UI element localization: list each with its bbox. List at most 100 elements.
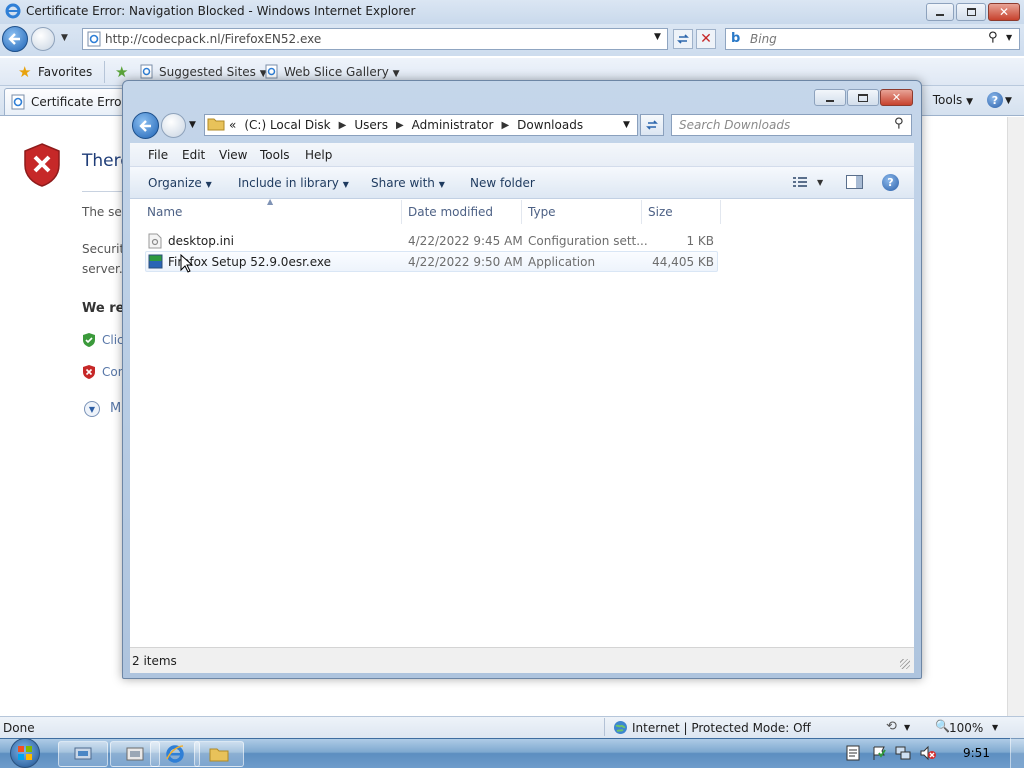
explorer-search-placeholder: Search Downloads bbox=[679, 118, 791, 132]
column-divider[interactable] bbox=[401, 200, 402, 224]
ie-url-text[interactable]: http://codecpack.nl/FirefoxEN52.exe bbox=[105, 32, 321, 46]
zoom-dropdown-icon[interactable]: ▼ bbox=[992, 723, 998, 732]
explorer-forward-button[interactable] bbox=[161, 113, 186, 138]
breadcrumb-local-disk[interactable]: (C:) Local Disk bbox=[244, 118, 330, 132]
breadcrumb-chevron-icon[interactable]: ▶ bbox=[396, 120, 404, 131]
ie-tab-certificate-error[interactable]: Certificate Error: N bbox=[4, 88, 143, 115]
search-dropdown-icon[interactable]: ▼ bbox=[1006, 33, 1012, 42]
help-dropdown-icon[interactable]: ▼ bbox=[1005, 96, 1012, 106]
ie-restore-button[interactable] bbox=[956, 3, 986, 21]
ie-minimize-button[interactable] bbox=[926, 3, 954, 21]
search-icon[interactable]: ⚲ bbox=[988, 30, 998, 45]
address-history-dropdown-icon[interactable]: ▼ bbox=[623, 120, 630, 130]
start-button[interactable] bbox=[5, 738, 45, 768]
column-header-type[interactable]: Type bbox=[528, 205, 556, 219]
menu-tools[interactable]: Tools bbox=[260, 148, 290, 162]
ie-logo-icon bbox=[166, 745, 184, 763]
organize-label: Organize bbox=[148, 176, 202, 190]
recent-locations-dropdown-icon[interactable]: ▼ bbox=[189, 120, 196, 130]
page-icon bbox=[87, 31, 101, 50]
include-in-library-button[interactable]: Include in library ▼ bbox=[238, 176, 349, 190]
green-shield-icon bbox=[82, 332, 96, 351]
close-page-option[interactable]: Clic bbox=[102, 333, 124, 347]
network-icon[interactable] bbox=[895, 745, 911, 764]
change-view-button[interactable] bbox=[792, 175, 808, 192]
ie-stop-button[interactable]: ✕ bbox=[696, 29, 716, 49]
explorer-refresh-button[interactable] bbox=[640, 114, 664, 136]
status-divider bbox=[604, 718, 605, 736]
taskbar-server-manager[interactable] bbox=[58, 741, 108, 767]
tools-menu-label: Tools bbox=[932, 93, 963, 107]
ie-forward-button[interactable] bbox=[31, 27, 55, 51]
details-view-icon bbox=[793, 177, 807, 187]
folder-icon bbox=[209, 748, 229, 762]
show-desktop-button[interactable] bbox=[1010, 738, 1024, 768]
new-folder-button[interactable]: New folder bbox=[470, 176, 535, 190]
add-favorite-icon[interactable]: ★ bbox=[115, 63, 128, 81]
explorer-back-button[interactable] bbox=[132, 112, 159, 139]
menu-view[interactable]: View bbox=[219, 148, 247, 162]
column-divider[interactable] bbox=[641, 200, 642, 224]
chevron-down-icon: ▼ bbox=[205, 180, 212, 189]
resize-grip-icon[interactable] bbox=[900, 659, 910, 669]
more-information-link[interactable]: M bbox=[110, 401, 121, 416]
explorer-menu-bar bbox=[130, 143, 914, 167]
organize-button[interactable]: Organize ▼ bbox=[148, 176, 212, 190]
help-icon[interactable]: ? bbox=[882, 174, 899, 191]
address-dropdown-icon[interactable]: ▼ bbox=[654, 32, 661, 42]
column-divider[interactable] bbox=[720, 200, 721, 224]
breadcrumb-chevron-icon[interactable]: ▶ bbox=[339, 120, 347, 131]
close-icon: ✕ bbox=[998, 5, 1010, 19]
explorer-search-box[interactable]: Search Downloads ⚲ bbox=[671, 114, 912, 136]
expand-more-icon[interactable]: ▼ bbox=[84, 401, 100, 417]
breadcrumb-administrator[interactable]: Administrator bbox=[412, 118, 494, 132]
explorer-close-button[interactable]: ✕ bbox=[880, 89, 913, 106]
preview-pane-icon[interactable] bbox=[846, 175, 863, 189]
item-count: 2 items bbox=[132, 654, 177, 668]
menu-file[interactable]: File bbox=[148, 148, 168, 162]
favorites-button[interactable]: Favorites bbox=[38, 65, 92, 79]
explorer-minimize-button[interactable] bbox=[814, 89, 846, 106]
ie-back-button[interactable] bbox=[2, 26, 28, 52]
explorer-address-bar[interactable]: « (C:) Local Disk ▶ Users ▶ Administrato… bbox=[204, 114, 638, 136]
menu-help[interactable]: Help bbox=[305, 148, 332, 162]
ie-search-box[interactable]: b Bing ⚲ ▼ bbox=[725, 28, 1020, 50]
column-header-name[interactable]: Name bbox=[147, 205, 182, 219]
column-divider[interactable] bbox=[521, 200, 522, 224]
page-icon bbox=[11, 94, 25, 113]
back-arrow-icon bbox=[138, 119, 151, 132]
search-icon[interactable]: ⚲ bbox=[894, 116, 904, 131]
taskbar-internet-explorer[interactable] bbox=[150, 741, 200, 767]
taskbar-windows-explorer[interactable] bbox=[194, 741, 244, 767]
explorer-maximize-button[interactable] bbox=[847, 89, 879, 106]
terminal-icon bbox=[126, 747, 144, 761]
minimize-icon bbox=[936, 14, 944, 16]
ie-address-bar[interactable]: http://codecpack.nl/FirefoxEN52.exe bbox=[82, 28, 668, 50]
system-clock[interactable]: 9:51 bbox=[963, 746, 990, 760]
zoom-level[interactable]: 100% bbox=[949, 721, 983, 735]
chevron-down-icon[interactable]: ▼ bbox=[904, 723, 910, 732]
help-icon[interactable]: ? bbox=[987, 92, 1003, 108]
menu-edit[interactable]: Edit bbox=[182, 148, 205, 162]
ie-close-button[interactable]: ✕ bbox=[988, 3, 1020, 21]
breadcrumb-chevron-icon[interactable]: ▶ bbox=[501, 120, 509, 131]
security-zone-text[interactable]: Internet | Protected Mode: Off bbox=[632, 721, 811, 735]
ie-compat-view-button[interactable] bbox=[673, 29, 693, 49]
breadcrumb-downloads[interactable]: Downloads bbox=[517, 118, 583, 132]
breadcrumb-users[interactable]: Users bbox=[354, 118, 388, 132]
tools-menu-button[interactable]: ▼ Tools ▼ bbox=[914, 93, 973, 107]
close-icon: ✕ bbox=[891, 91, 902, 104]
column-header-date-modified[interactable]: Date modified bbox=[408, 205, 493, 219]
protected-mode-icon[interactable]: ⟲ bbox=[886, 719, 897, 734]
volume-muted-icon[interactable] bbox=[919, 745, 937, 764]
ie-history-dropdown-icon[interactable]: ▼ bbox=[61, 33, 68, 43]
view-options-dropdown-icon[interactable]: ▼ bbox=[817, 178, 823, 187]
suggested-sites-link[interactable]: Suggested Sites ▼ bbox=[159, 65, 267, 79]
action-center-icon[interactable] bbox=[846, 745, 860, 764]
security-flag-icon[interactable] bbox=[871, 745, 887, 764]
column-header-size[interactable]: Size bbox=[648, 205, 673, 219]
share-with-button[interactable]: Share with ▼ bbox=[371, 176, 445, 190]
ie-vertical-scrollbar[interactable] bbox=[1007, 117, 1024, 716]
web-slice-gallery-link[interactable]: Web Slice Gallery ▼ bbox=[284, 65, 400, 79]
breadcrumb-overflow[interactable]: « bbox=[229, 118, 236, 132]
